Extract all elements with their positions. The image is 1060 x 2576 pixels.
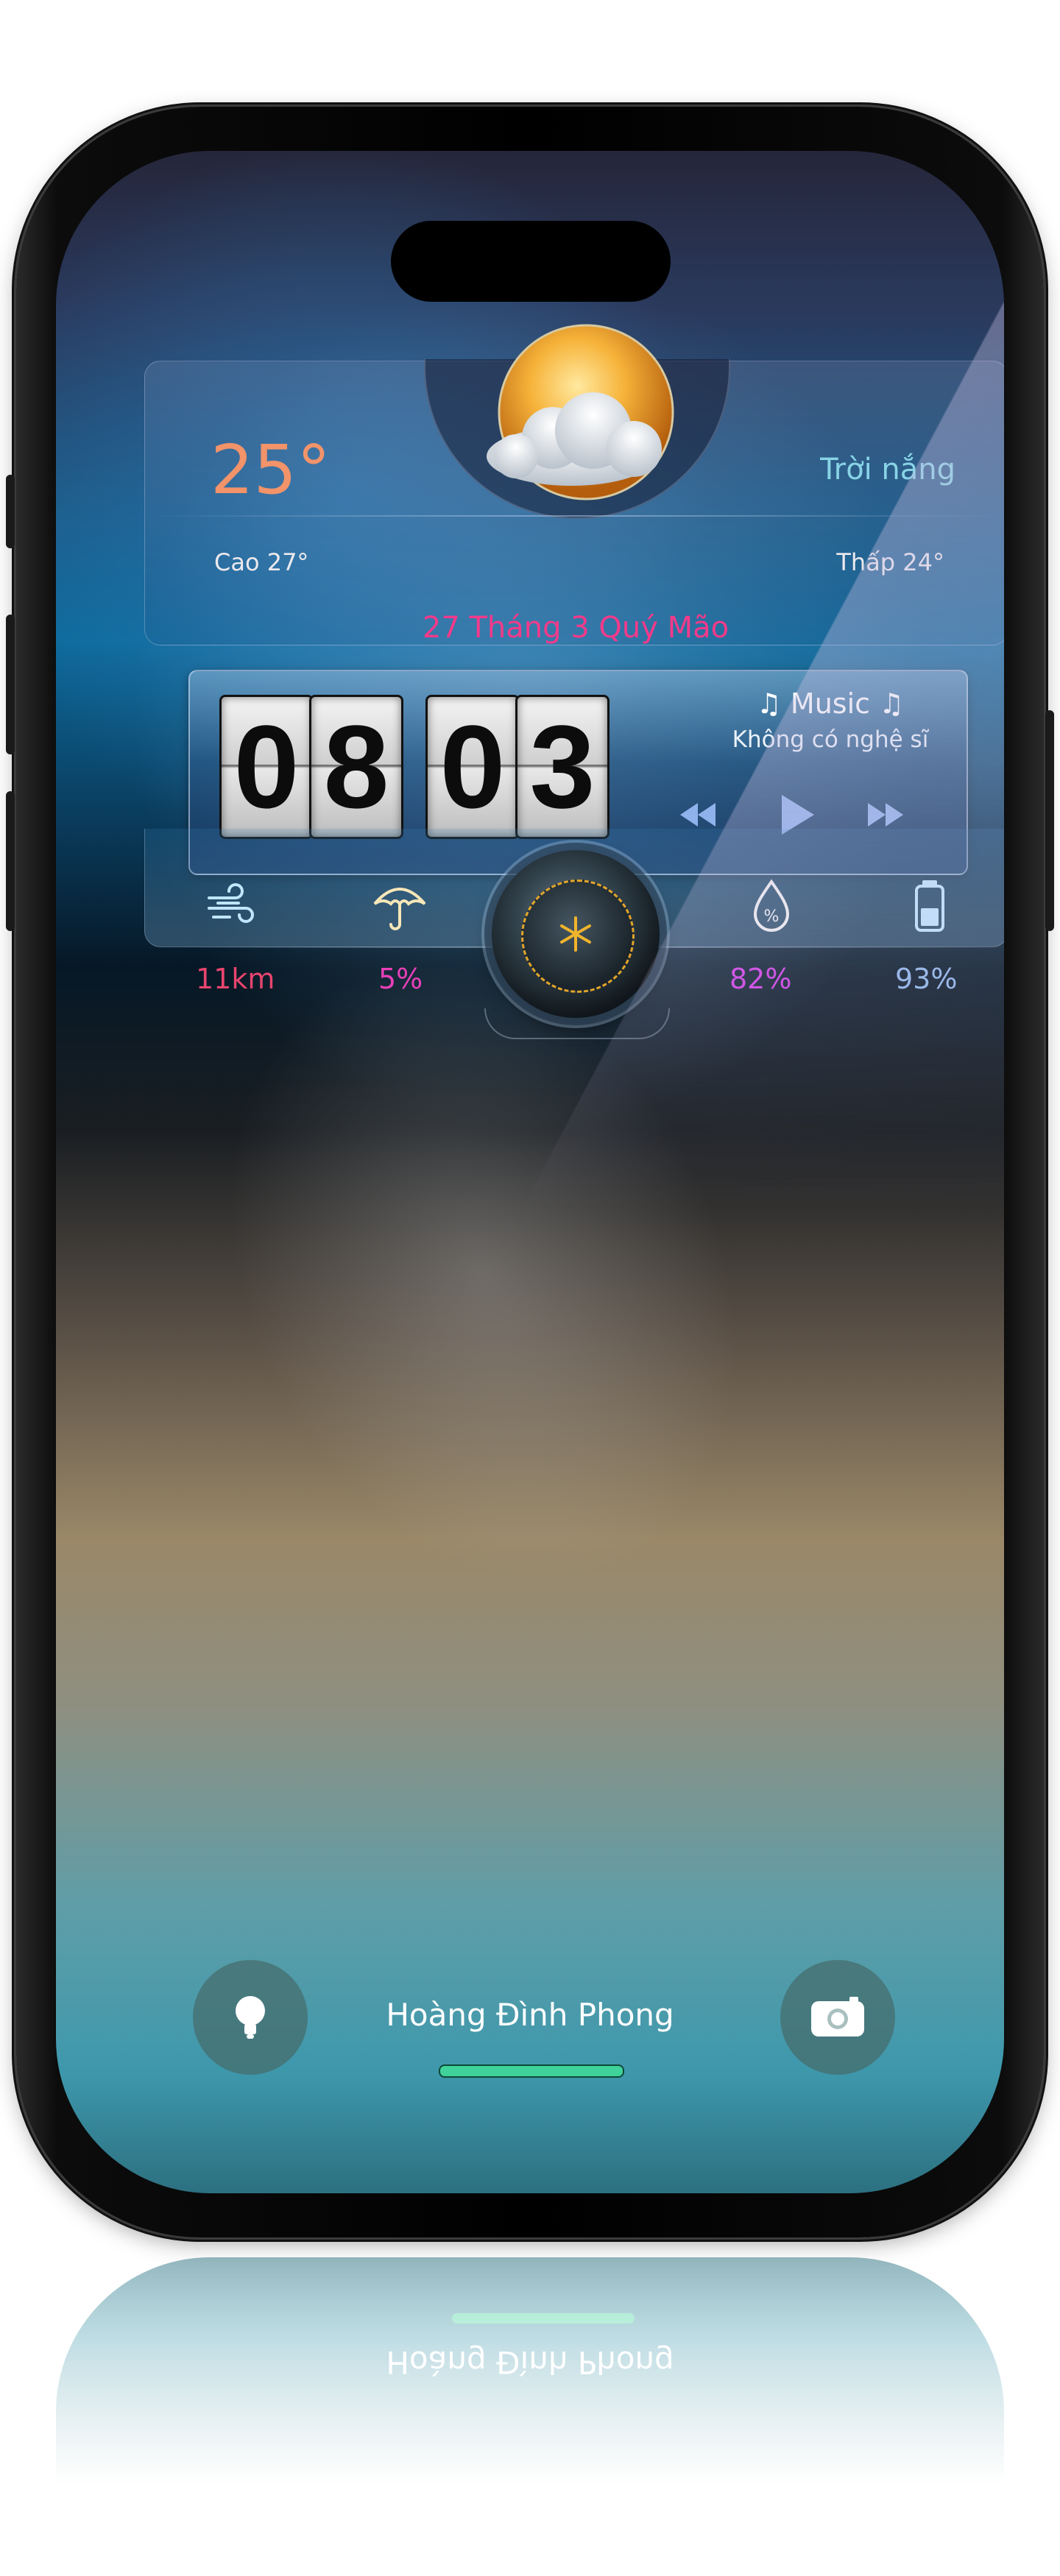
svg-text:%: % <box>764 907 780 926</box>
temperature: 25° <box>211 431 331 509</box>
music-title: ♫ Music ♫ <box>756 687 905 720</box>
lock-screen: 25° Trời nắng Cao 27° Thấp 24° 27 Tháng … <box>56 151 1004 2193</box>
humidity-drop-icon: % <box>753 879 790 932</box>
umbrella-icon <box>373 888 426 930</box>
knob-ring <box>521 880 635 993</box>
phone-reflection: Hoàng Đình Phong <box>16 2241 1044 2484</box>
battery-icon <box>915 880 944 932</box>
action-button[interactable] <box>6 475 15 548</box>
weather-widget[interactable]: 25° Trời nắng Cao 27° Thấp 24° 27 Tháng … <box>144 324 1004 1039</box>
volume-down-button[interactable] <box>6 791 15 931</box>
home-indicator[interactable] <box>439 2064 624 2078</box>
wind-icon <box>208 883 254 923</box>
center-knob[interactable] <box>492 850 660 1018</box>
lunar-date: 27 Tháng 3 Quý Mão <box>422 611 729 645</box>
owner-name: Hoàng Đình Phong <box>386 1997 674 2033</box>
low-temperature: Thấp 24° <box>836 548 944 576</box>
wind-speed-value: 11km <box>196 963 275 995</box>
rain-chance-value: 5% <box>378 963 423 995</box>
humidity-value: 82% <box>729 963 792 995</box>
volume-up-button[interactable] <box>6 615 15 754</box>
phone-frame: 25° Trời nắng Cao 27° Thấp 24° 27 Tháng … <box>6 107 1054 2237</box>
music-artist: Không có nghệ sĩ <box>732 726 929 753</box>
hour-digit-1: 0 <box>219 695 314 839</box>
reflection-home-indicator <box>452 2313 635 2324</box>
minute-digit-2: 3 <box>515 695 610 839</box>
hour-digit-2: 8 <box>309 695 403 839</box>
snowflake-icon <box>560 916 591 952</box>
minute-digit-1: 0 <box>425 695 520 839</box>
battery-value: 93% <box>895 963 958 995</box>
power-button[interactable] <box>1045 710 1054 931</box>
dynamic-island <box>391 221 671 302</box>
high-temperature: Cao 27° <box>214 548 309 576</box>
weather-condition: Trời nắng <box>820 453 955 486</box>
sun-cloud-icon <box>487 324 674 500</box>
reflection-owner-name: Hoàng Đình Phong <box>386 2344 674 2380</box>
